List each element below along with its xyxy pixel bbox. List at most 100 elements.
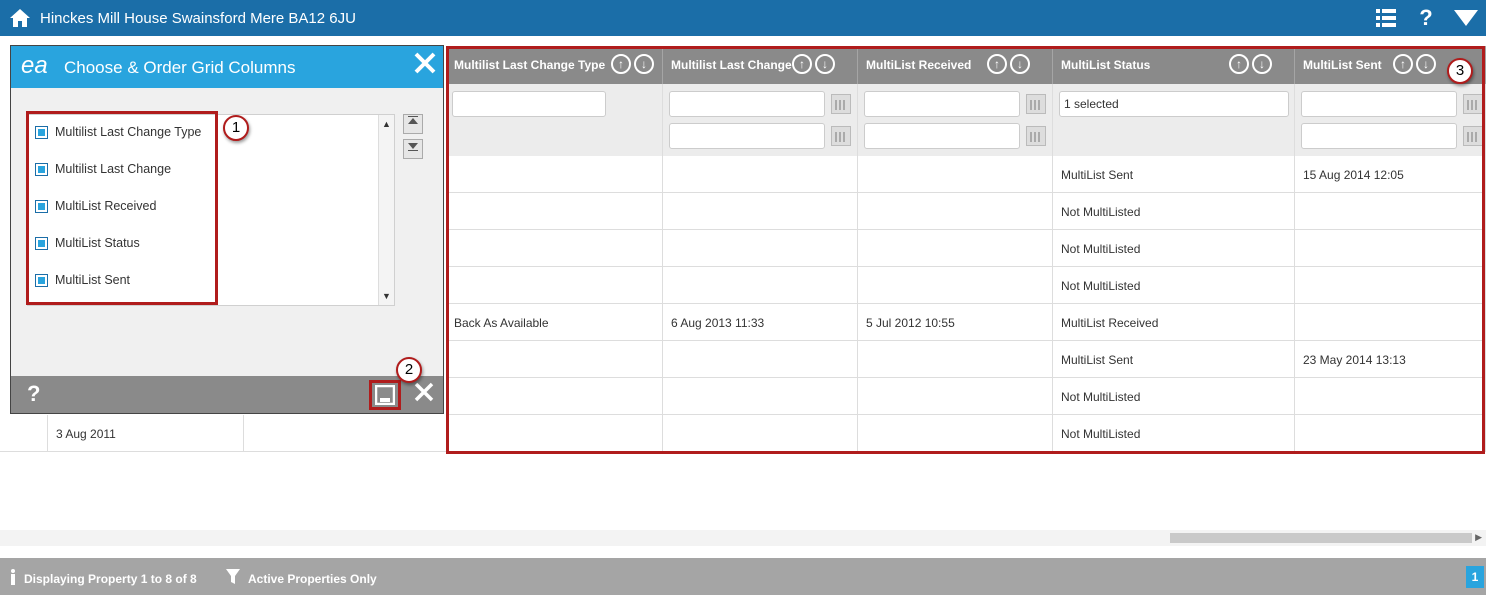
property-title: Hinckes Mill House Swainsford Mere BA12 … [40,9,356,27]
table-cell [858,378,1053,415]
highlight-outline-list [26,111,218,305]
table-cell: Not MultiListed [1053,378,1295,415]
sort-ascending-icon[interactable]: ↑ [1229,54,1249,74]
sort-ascending-icon[interactable]: ↑ [1393,54,1413,74]
calendar-icon[interactable] [1463,94,1483,114]
table-cell [858,230,1053,267]
save-icon [375,385,395,405]
property-grid: Multilist Last Change Type ↑ ↓ Multilist La… [446,46,1486,454]
table-cell: Not MultiListed [1053,193,1295,230]
date-from-input[interactable] [1301,91,1457,117]
dialog-header: ea Choose & Order Grid Columns [11,46,443,88]
dropdown-triangle-icon[interactable] [1446,10,1486,26]
scroll-right-arrow-icon[interactable]: ▶ [1475,532,1482,543]
table-cell [663,156,858,193]
table-cell [446,156,663,193]
table-cell: Back As Available [446,304,663,341]
table-cell [446,230,663,267]
dialog-close-icon[interactable] [413,378,435,410]
table-cell [663,193,858,230]
list-scrollbar[interactable]: ▲ ▼ [378,115,394,305]
choose-columns-dialog: ea Choose & Order Grid Columns Multilist… [10,45,444,414]
dialog-help-icon[interactable]: ? [27,381,40,407]
table-cell: 15 Aug 2014 12:05 [1295,156,1486,193]
home-icon[interactable] [0,0,40,36]
close-icon[interactable] [413,50,437,82]
table-cell [858,415,1053,452]
sort-descending-icon[interactable]: ↓ [1416,54,1436,74]
list-menu-icon[interactable] [1366,9,1406,27]
table-cell [1295,193,1486,230]
save-button[interactable] [369,380,401,410]
table-cell [1295,230,1486,267]
table-cell [663,230,858,267]
table-cell [663,378,858,415]
date-to-input[interactable] [1301,123,1457,149]
display-count-text: Displaying Property 1 to 8 of 8 [24,571,197,586]
calendar-icon[interactable] [831,94,851,114]
horizontal-scrollbar[interactable]: ▶ [0,530,1486,546]
sort-descending-icon[interactable]: ↓ [1010,54,1030,74]
page-number-badge[interactable]: 1 [1466,566,1484,588]
dialog-footer: ? [11,376,443,413]
filter-input[interactable] [452,91,606,117]
date-to-input[interactable] [864,123,1020,149]
background-cell [0,415,48,452]
scroll-down-arrow-icon[interactable]: ▼ [382,291,391,301]
table-cell [1295,267,1486,304]
date-from-input[interactable] [669,91,825,117]
background-date-cell: 3 Aug 2011 [48,415,244,452]
calendar-icon[interactable] [831,126,851,146]
sort-descending-icon[interactable]: ↓ [634,54,654,74]
filter-cell [446,84,663,156]
column-header-label: MultiList Status [1061,58,1151,72]
filter-icon [226,569,240,588]
sort-ascending-icon[interactable]: ↑ [611,54,631,74]
table-cell [663,267,858,304]
column-header[interactable]: MultiList Status ↑ ↓ [1053,46,1295,84]
table-cell: MultiList Sent [1053,341,1295,378]
table-cell [446,378,663,415]
scroll-up-arrow-icon[interactable]: ▲ [382,119,391,129]
callout-1: 1 [223,115,249,141]
calendar-icon[interactable] [1463,126,1483,146]
move-down-button[interactable] [403,139,423,159]
filter-text[interactable]: Active Properties Only [248,572,377,586]
table-cell [858,193,1053,230]
scrollbar-thumb[interactable] [1170,533,1472,543]
callout-2: 2 [396,357,422,383]
sort-ascending-icon[interactable]: ↑ [987,54,1007,74]
table-cell: 5 Jul 2012 10:55 [858,304,1053,341]
column-header[interactable]: MultiList Received ↑ ↓ [858,46,1053,84]
move-up-button[interactable] [403,114,423,134]
calendar-icon[interactable] [1026,94,1046,114]
table-cell [446,415,663,452]
status-filter-select[interactable] [1059,91,1289,117]
filter-cell [663,84,858,156]
column-header[interactable]: Multilist Last Change Type ↑ ↓ [446,46,663,84]
sort-ascending-icon[interactable]: ↑ [792,54,812,74]
ea-logo: ea [21,52,48,79]
column-header-label: MultiList Received [866,58,972,72]
table-cell: 6 Aug 2013 11:33 [663,304,858,341]
help-icon[interactable]: ? [1406,5,1446,31]
table-cell [858,341,1053,378]
date-from-input[interactable] [864,91,1020,117]
sort-descending-icon[interactable]: ↓ [1252,54,1272,74]
sort-descending-icon[interactable]: ↓ [815,54,835,74]
table-cell [858,156,1053,193]
info-icon [10,569,16,588]
column-header[interactable]: Multilist Last Change ↑ ↓ [663,46,858,84]
table-cell: Not MultiListed [1053,415,1295,452]
filter-cell [1295,84,1486,156]
table-cell: MultiList Sent [1053,156,1295,193]
column-header-label: Multilist Last Change Type [454,58,606,72]
table-cell [858,267,1053,304]
date-to-input[interactable] [669,123,825,149]
table-cell [1295,378,1486,415]
background-table-row: 3 Aug 2011 [0,415,446,452]
table-cell: Not MultiListed [1053,230,1295,267]
dialog-title: Choose & Order Grid Columns [64,58,296,77]
table-cell [446,193,663,230]
calendar-icon[interactable] [1026,126,1046,146]
